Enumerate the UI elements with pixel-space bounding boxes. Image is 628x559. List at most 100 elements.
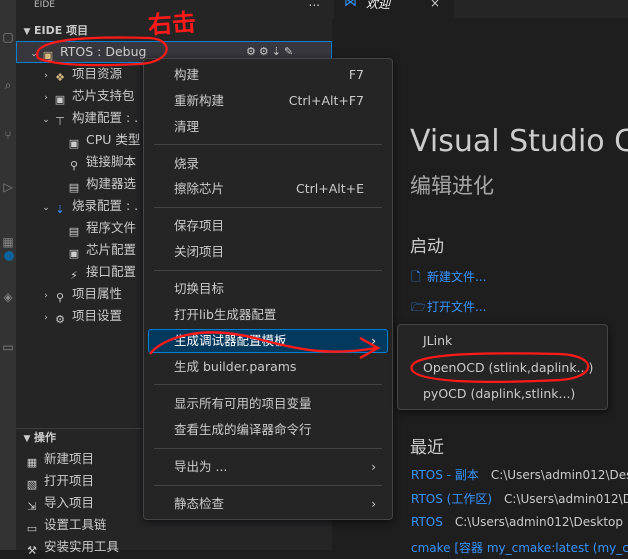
new-file-link[interactable]: 🗋 新建文件... <box>411 268 486 289</box>
hammer-icon: ⊤ <box>55 115 65 128</box>
menu-label: 切换目标 <box>174 281 225 296</box>
menu-item-clean[interactable]: 清理 <box>148 115 388 139</box>
submenu-item-openocd[interactable]: OpenOCD (stlink,daplink...) <box>402 356 603 380</box>
more-actions-icon[interactable]: ... <box>309 0 320 8</box>
tree-label: 烧录配置 : . <box>72 198 139 213</box>
submenu-item-pyocd[interactable]: pyOCD (daplink,stlink...) <box>402 382 603 406</box>
wrench-icon: ⚲ <box>69 159 79 172</box>
recent-item[interactable]: RTOS (工作区) C:\Users\admin012\Des <box>411 490 628 507</box>
extensions-badge <box>4 251 14 261</box>
plug-icon: ⚡ <box>70 269 78 282</box>
link-label: 打开文件... <box>427 300 487 314</box>
source-control-icon[interactable]: ⑂ <box>1 128 15 142</box>
start-heading: 启动 <box>410 237 444 257</box>
build-icon[interactable]: ⚙ <box>246 45 259 58</box>
submenu-label: OpenOCD (stlink,daplink...) <box>423 360 594 375</box>
recent-name[interactable]: cmake [容器 my_cmake:latest (my_cm <box>411 541 628 555</box>
op-open-project[interactable]: ▧ 打开项目 <box>24 470 94 492</box>
toolbox-icon: ▭ <box>26 522 38 535</box>
menu-item-export[interactable]: 导出为 ... › <box>148 455 388 479</box>
menu-item-save-project[interactable]: 保存项目 <box>148 214 388 238</box>
rebuild-icon[interactable]: ⚙ <box>259 45 272 58</box>
menu-item-lib-generator[interactable]: 打开lib生成器配置 <box>148 303 388 327</box>
recent-name[interactable]: RTOS (工作区) <box>411 492 492 506</box>
vscode-icon: ⋈ <box>344 0 357 10</box>
tree-label: 芯片配置 <box>86 242 137 257</box>
recent-name[interactable]: RTOS - 副本 <box>411 468 479 482</box>
op-label: 导入项目 <box>44 495 95 510</box>
tab-label: 欢迎 <box>366 0 391 11</box>
chip-icon: ▣ <box>68 137 80 150</box>
submenu-item-jlink[interactable]: JLink <box>402 329 603 353</box>
menu-label: 关闭项目 <box>174 244 225 259</box>
recent-name[interactable]: RTOS <box>411 515 443 529</box>
extensions-icon[interactable]: ▦ <box>1 235 15 249</box>
tab-welcome[interactable]: ⋈ 欢迎 × <box>334 0 454 18</box>
chevron-right-icon: › <box>371 334 376 348</box>
chevron-down-icon: ⌄ <box>42 203 50 213</box>
menu-label: 查看生成的编译器命令行 <box>174 422 312 437</box>
menu-item-erase-chip[interactable]: 擦除芯片 Ctrl+Alt+E <box>148 177 388 201</box>
recent-path: C:\Users\admin012\Desktop <box>454 515 624 529</box>
recent-path: C:\Users\admin012\Des <box>504 492 628 506</box>
recent-item[interactable]: RTOS C:\Users\admin012\Desktop <box>411 515 623 529</box>
flash-icon[interactable]: ⇣ <box>272 45 284 58</box>
menu-item-rebuild[interactable]: 重新构建 Ctrl+Alt+F7 <box>148 89 388 113</box>
welcome-subtitle: 编辑进化 <box>410 174 494 198</box>
menu-separator <box>154 485 382 486</box>
menu-label: 重新构建 <box>174 93 225 108</box>
tree-label: 链接脚本 <box>86 154 137 169</box>
menu-item-flash[interactable]: 烧录 <box>148 152 388 176</box>
menu-item-show-variables[interactable]: 显示所有可用的项目变量 <box>148 392 388 416</box>
menu-item-compiler-cmdline[interactable]: 查看生成的编译器命令行 <box>148 418 388 442</box>
sidebar-header: EIDE ... <box>16 0 332 14</box>
explorer-icon[interactable]: ▢ <box>1 30 15 44</box>
menu-separator <box>154 207 382 208</box>
menu-separator <box>154 144 382 145</box>
menu-item-builder-params[interactable]: 生成 builder.params <box>148 355 388 379</box>
chevron-right-icon: › <box>371 497 376 511</box>
menu-item-switch-target[interactable]: 切换目标 <box>148 277 388 301</box>
menu-label: 保存项目 <box>174 218 225 233</box>
recent-item[interactable]: RTOS - 副本 C:\Users\admin012\Desk <box>411 466 628 483</box>
menu-item-build[interactable]: 构建 F7 <box>148 63 388 87</box>
menu-label: 烧录 <box>174 156 200 171</box>
section-title: EIDE 项目 <box>34 24 89 37</box>
file-icon: ▤ <box>68 225 80 238</box>
op-install-utilities[interactable]: ⚒ 安装实用工具 <box>24 536 119 558</box>
chevron-right-icon: › <box>44 291 48 301</box>
menu-item-debugger-template[interactable]: 生成调试器配置模板 › <box>148 329 388 353</box>
chevron-right-icon: › <box>44 313 48 323</box>
chevron-down-icon: ⌄ <box>30 49 38 59</box>
menu-item-close-project[interactable]: 关闭项目 <box>148 240 388 264</box>
tree-label: 构建器选 <box>86 176 137 191</box>
recent-item[interactable]: cmake [容器 my_cmake:latest (my_cm <box>411 539 628 556</box>
close-icon[interactable]: × <box>430 0 440 9</box>
context-menu: 构建 F7 重新构建 Ctrl+Alt+F7 清理 烧录 擦除芯片 Ctrl+Alt+… <box>143 58 393 520</box>
menu-label: 生成 builder.params <box>174 359 297 374</box>
tree-label: 构建配置 : . <box>72 110 139 125</box>
eide-projects-section-header[interactable]: ▼ EIDE 项目 <box>16 22 332 40</box>
chevron-right-icon: › <box>44 93 48 103</box>
open-file-link[interactable]: 🗁打开文件... <box>411 298 486 319</box>
submenu-label: JLink <box>423 333 453 348</box>
link-label: 新建文件... <box>427 270 487 284</box>
recent-path: C:\Users\admin012\Desk <box>490 468 628 482</box>
menu-separator <box>154 448 382 449</box>
clean-icon[interactable]: ✎ <box>284 45 296 58</box>
menu-label: 显示所有可用的项目变量 <box>174 396 312 411</box>
menu-item-static-check[interactable]: 静态检查 › <box>148 492 388 516</box>
run-debug-icon[interactable]: ▷ <box>1 180 15 194</box>
eide-icon[interactable]: ◈ <box>1 290 15 304</box>
menu-label: 构建 <box>174 67 200 82</box>
tree-label: 项目设置 <box>72 308 123 323</box>
menu-shortcut: F7 <box>348 67 364 82</box>
menu-shortcut: Ctrl+Alt+E <box>295 181 364 196</box>
remote-icon[interactable]: ▭ <box>1 340 15 354</box>
op-import-project[interactable]: ⇲ 导入项目 <box>24 492 94 514</box>
chevron-down-icon: ▼ <box>23 27 31 37</box>
wrench-icon: ⚲ <box>55 291 65 304</box>
op-new-project[interactable]: ▦ 新建项目 <box>24 448 94 470</box>
search-icon[interactable]: ⌕ <box>1 78 15 92</box>
op-set-toolchain[interactable]: ▭ 设置工具链 <box>24 514 107 536</box>
